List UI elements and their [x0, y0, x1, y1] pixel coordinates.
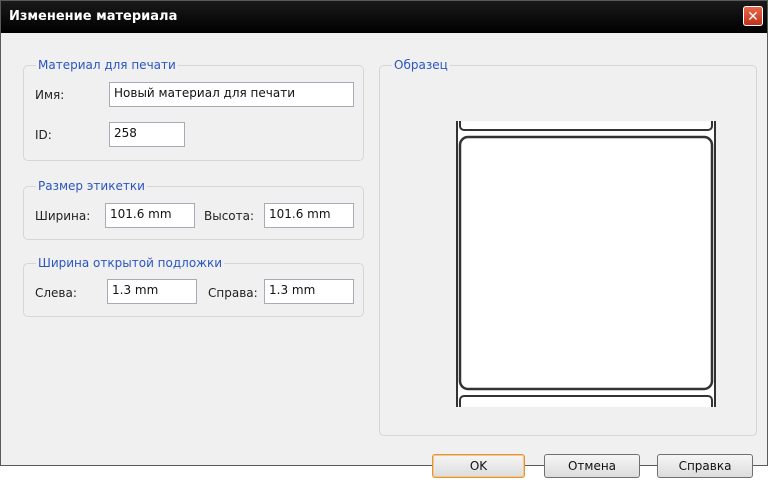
current-label — [458, 135, 714, 391]
label-preview-graphic — [456, 110, 716, 417]
title-bar: Изменение материала ✕ — [1, 1, 767, 33]
dialog-window: Изменение материала ✕ Материал для печат… — [0, 0, 768, 478]
left-field[interactable]: 1.3 mm — [107, 279, 197, 304]
width-label: Ширина: — [35, 209, 91, 223]
right-label: Справа: — [208, 286, 258, 300]
close-icon: ✕ — [747, 9, 759, 25]
label-preview — [456, 110, 716, 417]
name-field[interactable]: Новый материал для печати — [109, 82, 354, 107]
help-button[interactable]: Справка — [657, 454, 753, 478]
close-button[interactable]: ✕ — [743, 6, 763, 26]
previous-label — [459, 110, 713, 131]
sample-group-legend: Образец — [392, 58, 450, 72]
width-field[interactable]: 101.6 mm — [105, 203, 195, 228]
material-group-legend: Материал для печати — [36, 58, 178, 72]
cancel-button[interactable]: Отмена — [544, 454, 640, 478]
height-label: Высота: — [204, 209, 255, 223]
liner-group-legend: Ширина открытой подложки — [36, 256, 225, 270]
label-size-group-legend: Размер этикетки — [36, 179, 147, 193]
id-field[interactable]: 258 — [109, 122, 185, 147]
right-field[interactable]: 1.3 mm — [264, 279, 354, 304]
height-field[interactable]: 101.6 mm — [264, 203, 354, 228]
material-group: Материал для печати — [23, 58, 364, 161]
ok-button[interactable]: OK — [432, 454, 525, 478]
dialog-title: Изменение материала — [9, 9, 178, 24]
name-label: Имя: — [35, 88, 65, 102]
next-label — [459, 395, 713, 417]
id-label: ID: — [35, 128, 52, 142]
left-label: Слева: — [35, 286, 77, 300]
